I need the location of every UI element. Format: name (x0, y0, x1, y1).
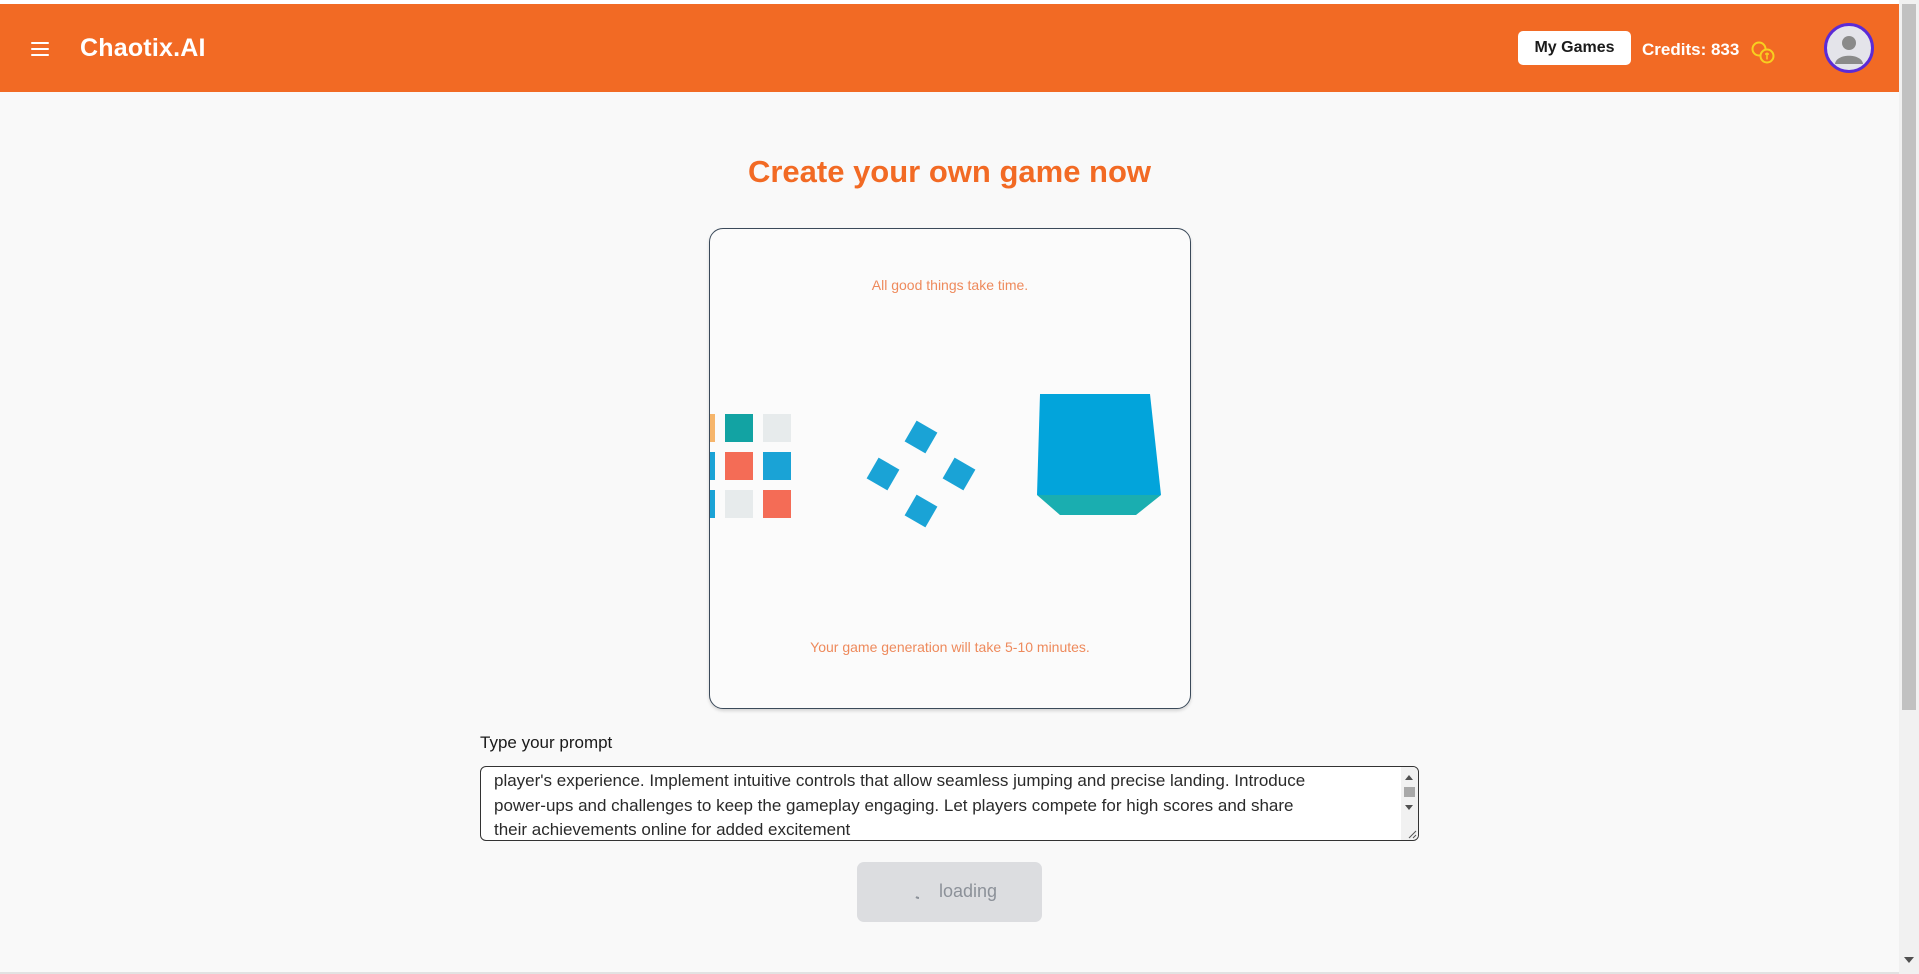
cube-icon (1037, 394, 1161, 515)
tile-grid-icon (710, 414, 791, 518)
prompt-text[interactable]: player's experience. Implement intuitive… (494, 769, 1394, 840)
page-scrollbar[interactable] (1899, 0, 1919, 974)
scroll-down-arrow-icon[interactable] (1405, 805, 1413, 810)
loader-bottom-message: Your game generation will take 5-10 minu… (810, 639, 1090, 655)
loader-top-message: All good things take time. (871, 277, 1029, 293)
loading-animation (710, 394, 1161, 528)
scroll-down-arrow-icon[interactable] (1904, 957, 1914, 963)
my-games-button[interactable]: My Games (1518, 31, 1631, 65)
app-header: Chaotix.AI My Games Credits: 833 (0, 4, 1899, 92)
spinner-icon (915, 896, 920, 899)
brand-logo[interactable]: Chaotix.AI (80, 34, 206, 63)
spinning-diamonds-icon (866, 420, 976, 528)
generate-button[interactable]: loading (857, 862, 1042, 922)
page-title: Create your own game now (747, 154, 1152, 189)
generate-button-label: loading (939, 881, 998, 901)
prompt-textarea[interactable]: player's experience. Implement intuitive… (480, 766, 1419, 841)
hamburger-menu-icon[interactable] (31, 42, 51, 58)
resize-grip-icon[interactable] (1407, 829, 1417, 839)
scroll-up-arrow-icon[interactable] (1405, 775, 1413, 780)
credits-counter: Credits: 833 (1642, 40, 1740, 59)
loading-animation-card: All good things take time. Your game gen (709, 228, 1191, 709)
user-avatar[interactable] (1824, 23, 1874, 73)
prompt-label: Type your prompt (480, 733, 613, 752)
user-avatar-icon (1835, 36, 1863, 64)
page-scrollbar-thumb[interactable] (1902, 4, 1916, 710)
coins-icon (1751, 41, 1775, 64)
prompt-scrollbar-thumb[interactable] (1404, 787, 1415, 797)
